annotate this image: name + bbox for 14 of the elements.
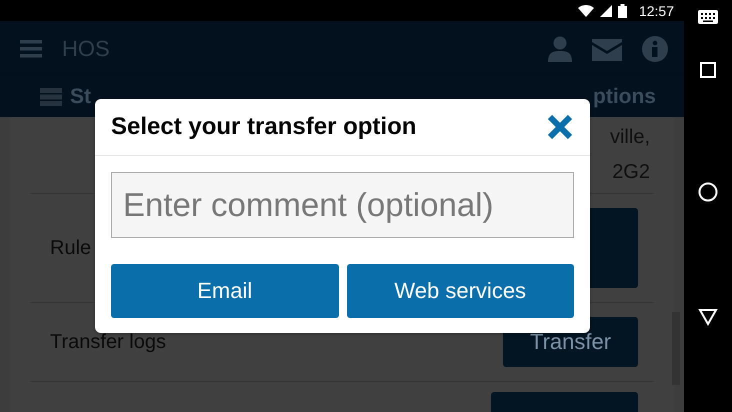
close-button[interactable] bbox=[546, 113, 574, 141]
back-icon[interactable] bbox=[698, 308, 718, 326]
signal-icon bbox=[600, 4, 612, 17]
email-button[interactable]: Email bbox=[111, 264, 338, 318]
dialog-title: Select your transfer option bbox=[111, 113, 416, 141]
wifi-icon bbox=[578, 4, 594, 18]
comment-field[interactable]: Enter comment (optional) bbox=[111, 172, 574, 238]
keyboard-icon[interactable] bbox=[698, 10, 718, 24]
server-icon bbox=[40, 88, 62, 106]
web-services-button[interactable]: Web services bbox=[346, 264, 574, 318]
clock-time: 12:57 bbox=[638, 2, 674, 19]
battery-icon bbox=[618, 4, 627, 18]
overview-icon[interactable] bbox=[700, 62, 716, 78]
home-icon[interactable] bbox=[698, 182, 718, 202]
